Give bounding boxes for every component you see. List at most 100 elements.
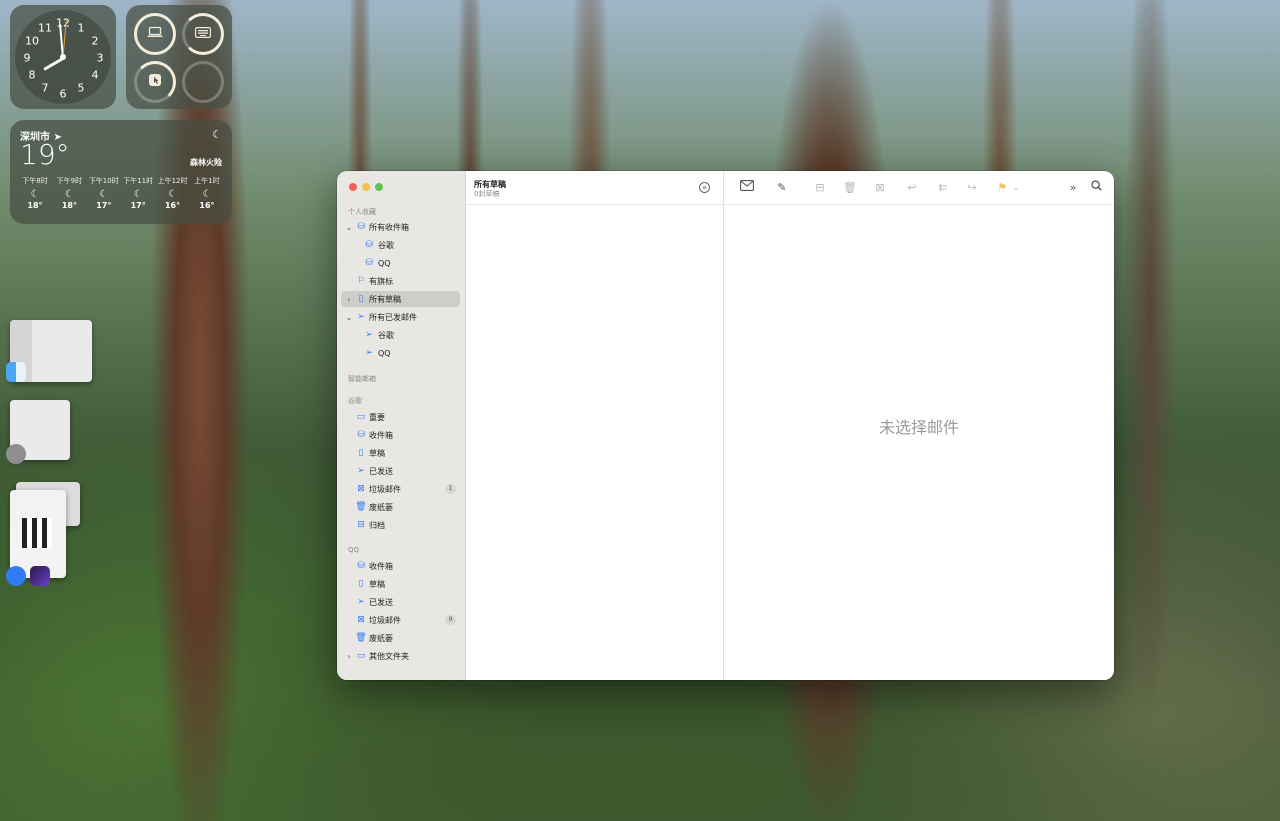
sidebar-item-google-junk[interactable]: ⊠ 垃圾邮件 1: [341, 481, 460, 497]
sidebar-item-label: 已发送: [369, 466, 393, 476]
sidebar-item-qq-sent[interactable]: ➢ 已发送: [341, 594, 460, 610]
more-toolbar-items-icon[interactable]: »: [1066, 180, 1080, 196]
compose-icon[interactable]: ✎: [774, 180, 790, 196]
minimize-window-button[interactable]: [362, 183, 370, 191]
draft-icon: ▯: [358, 448, 364, 458]
section-qq[interactable]: QQ: [348, 546, 359, 554]
mail-window[interactable]: 个人收藏 ⌄ ⛁ 所有收件箱 ⛁ 谷歌 ⛁ QQ ⚐ 有旗标 › ▯ 所有草稿 …: [337, 171, 1114, 680]
sidebar-item-label: 其他文件夹: [369, 651, 409, 661]
close-window-button[interactable]: [349, 183, 357, 191]
sidebar-item-label: 谷歌: [378, 240, 394, 250]
get-mail-icon[interactable]: [739, 180, 755, 196]
sidebar-item-sent-google[interactable]: ➢ 谷歌: [341, 327, 460, 343]
flag-icon[interactable]: ⚑: [994, 180, 1010, 196]
assistant-app-icon[interactable]: [30, 566, 50, 586]
sidebar-item-all-sent[interactable]: ⌄ ➢ 所有已发邮件: [341, 309, 460, 325]
junk-icon[interactable]: ⊠: [872, 180, 888, 196]
filter-icon[interactable]: ≡: [699, 182, 710, 193]
moon-icon: ☾: [133, 189, 143, 200]
hourly-forecast: 下午8时 ☾ 18° 下午9时 ☾ 18° 下午10时 ☾ 17° 下午11时 ☾ 17° 上午…: [18, 176, 224, 210]
moon-icon: ☾: [99, 189, 109, 200]
clock-face: 12 1 2 3 4 5 6 7 8 9 10 11: [15, 10, 111, 104]
message-list-header: 所有草稿 0封草稿 ≡: [466, 171, 724, 205]
reply-icon[interactable]: ↩: [904, 180, 920, 196]
message-list-pane[interactable]: 所有草稿 0封草稿 ≡: [466, 171, 724, 680]
laptop-icon: [147, 26, 163, 42]
sidebar-item-google-important[interactable]: ▭ 重要: [341, 409, 460, 425]
sent-icon: ➢: [357, 466, 365, 476]
sidebar-item-flagged[interactable]: ⚐ 有旗标: [341, 273, 460, 289]
forecast-hour: 下午11时 ☾ 17°: [121, 176, 155, 210]
inbox-icon: ⛁: [365, 258, 373, 268]
chevron-right-icon[interactable]: ›: [345, 295, 353, 304]
reply-all-icon[interactable]: ⇇: [934, 180, 952, 196]
sidebar-item-label: 收件箱: [369, 561, 393, 571]
sidebar-item-label: 谷歌: [378, 330, 394, 340]
archive-icon[interactable]: ⊟: [812, 180, 828, 196]
forecast-hour: 上午1时 ☾ 16°: [190, 176, 224, 210]
battery-ring-keyboard: [182, 13, 224, 55]
sidebar-item-inbox-qq[interactable]: ⛁ QQ: [341, 255, 460, 271]
sidebar-item-label: 草稿: [369, 579, 385, 589]
folder-icon: ▭: [356, 412, 366, 422]
sidebar-item-all-inboxes[interactable]: ⌄ ⛁ 所有收件箱: [341, 219, 460, 235]
clock-number: 12: [56, 16, 70, 30]
sidebar-item-label: 垃圾邮件: [369, 484, 401, 494]
sidebar-item-google-trash[interactable]: 🗑 废纸篓: [341, 499, 460, 515]
inbox-icon: ⛁: [357, 222, 365, 232]
sidebar-item-label: 废纸篓: [369, 502, 393, 512]
moon-icon: ☾: [202, 189, 212, 200]
sidebar-item-label: 重要: [369, 412, 385, 422]
sidebar-item-qq-junk[interactable]: ⊠ 垃圾邮件 9: [341, 612, 460, 628]
chevron-right-icon[interactable]: ›: [345, 652, 353, 661]
maximize-window-button[interactable]: [375, 183, 383, 191]
sidebar-item-qq-trash[interactable]: 🗑 废纸篓: [341, 630, 460, 646]
sidebar-item-google-sent[interactable]: ➢ 已发送: [341, 463, 460, 479]
chevron-down-icon[interactable]: ⌄: [1010, 180, 1022, 196]
sent-icon: ➢: [357, 597, 365, 607]
sidebar-item-qq-drafts[interactable]: ▯ 草稿: [341, 576, 460, 592]
forward-icon[interactable]: ↪: [964, 180, 980, 196]
unread-badge: 1: [445, 484, 456, 494]
section-smart-mailboxes[interactable]: 智能邮箱: [348, 374, 376, 384]
clock-number: 1: [77, 21, 85, 35]
sidebar-item-label: 废纸篓: [369, 633, 393, 643]
trash-icon: 🗑: [355, 633, 367, 643]
stage-manager-window-browser[interactable]: [10, 490, 66, 578]
chevron-down-icon[interactable]: ⌄: [345, 223, 353, 232]
sidebar-item-label: 收件箱: [369, 430, 393, 440]
system-settings-app-icon[interactable]: [6, 444, 26, 464]
forecast-temp: 18°: [61, 201, 77, 210]
sidebar-item-label: 草稿: [369, 448, 385, 458]
sidebar-item-qq-other-folders[interactable]: › ▭ 其他文件夹: [341, 648, 460, 664]
sidebar-item-qq-inbox[interactable]: ⛁ 收件箱: [341, 558, 460, 574]
trash-icon[interactable]: 🗑: [842, 180, 858, 196]
sidebar-item-label: 有旗标: [369, 276, 393, 286]
weather-temperature: 19°: [20, 138, 70, 171]
sidebar-item-sent-qq[interactable]: ➢ QQ: [341, 345, 460, 361]
draft-icon: ▯: [358, 579, 364, 589]
finder-app-icon[interactable]: [6, 362, 26, 382]
clock-number: 3: [96, 51, 104, 65]
mailbox-subtitle: 0封草稿: [474, 190, 500, 198]
inbox-icon: ⛁: [365, 240, 373, 250]
search-icon[interactable]: [1088, 180, 1104, 196]
section-google[interactable]: 谷歌: [348, 396, 362, 406]
moon-icon: ☾: [212, 128, 222, 141]
sidebar-item-google-archive[interactable]: ⊟ 归档: [341, 517, 460, 533]
forecast-time: 上午12时: [157, 177, 188, 185]
clock-number: 8: [28, 68, 36, 82]
battery-ring-laptop: [134, 13, 176, 55]
battery-widget[interactable]: [126, 5, 232, 109]
sidebar-item-google-inbox[interactable]: ⛁ 收件箱: [341, 427, 460, 443]
chevron-down-icon[interactable]: ⌄: [345, 313, 353, 322]
sidebar-item-inbox-google[interactable]: ⛁ 谷歌: [341, 237, 460, 253]
weather-widget[interactable]: 深圳市 ➤ ☾ 19° 森林火险 下午8时 ☾ 18° 下午9时 ☾ 18° 下午10时…: [10, 120, 232, 224]
forecast-temp: 16°: [199, 201, 215, 210]
sidebar-item-all-drafts[interactable]: › ▯ 所有草稿: [341, 291, 460, 307]
clock-widget[interactable]: 12 1 2 3 4 5 6 7 8 9 10 11: [10, 5, 116, 109]
sidebar-item-google-drafts[interactable]: ▯ 草稿: [341, 445, 460, 461]
junk-icon: ⊠: [357, 484, 365, 494]
safari-app-icon[interactable]: [6, 566, 26, 586]
mouse-icon: [148, 73, 162, 91]
